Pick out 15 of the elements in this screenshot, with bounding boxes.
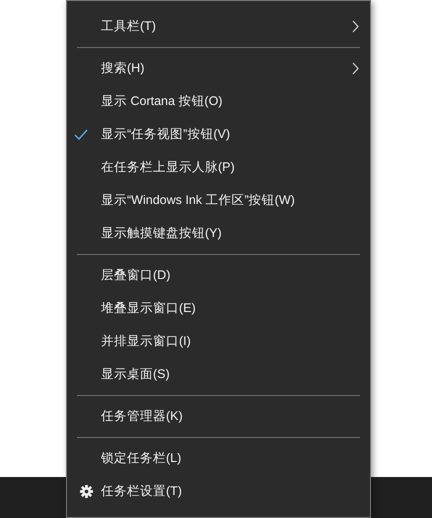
menu-item[interactable]: 显示桌面(S): [101, 366, 170, 383]
menu-item[interactable]: 搜索(H): [101, 60, 144, 77]
menu-item[interactable]: 显示 Cortana 按钮(O): [101, 93, 222, 110]
menu-item[interactable]: 显示触摸键盘按钮(Y): [101, 225, 222, 242]
menu-item[interactable]: 工具栏(T): [101, 18, 156, 35]
gear-icon: [80, 485, 93, 498]
menu-item[interactable]: 堆叠显示窗口(E): [101, 300, 196, 317]
menu-item[interactable]: 在任务栏上显示人脉(P): [101, 159, 235, 176]
menu-item[interactable]: 显示“Windows Ink 工作区”按钮(W): [101, 192, 295, 209]
menu-item[interactable]: 任务管理器(K): [101, 408, 183, 425]
menu-item[interactable]: 显示“任务视图”按钮(V): [101, 126, 230, 143]
menu-item[interactable]: 任务栏设置(T): [101, 483, 182, 500]
menu-item[interactable]: 层叠窗口(D): [101, 267, 170, 284]
menu-item[interactable]: 并排显示窗口(I): [101, 333, 191, 350]
menu-item[interactable]: 锁定任务栏(L): [101, 450, 182, 467]
